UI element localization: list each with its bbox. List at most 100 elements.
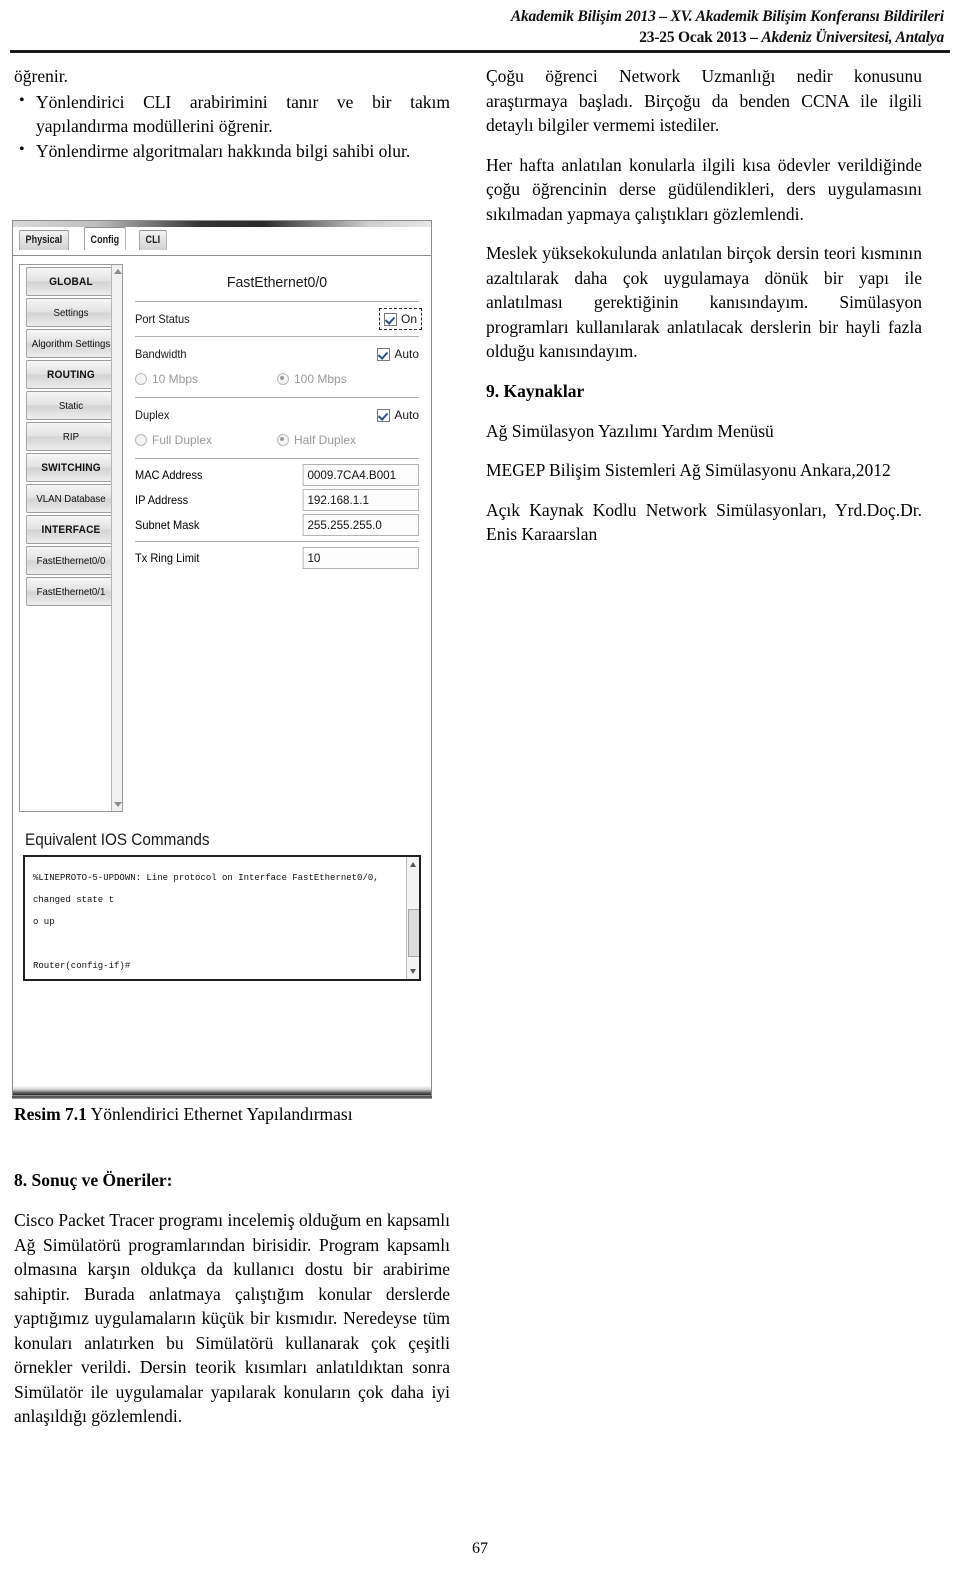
figure-caption-text: Yönlendirici Ethernet Yapılandırması bbox=[86, 1104, 353, 1124]
conference-venue: Akdeniz Üniversitesi, Antalya bbox=[761, 29, 944, 46]
ios-output-line: %LINEPROTO-5-UPDOWN: Line protocol on In… bbox=[33, 873, 379, 905]
conference-date: 23-25 Ocak 2013 – bbox=[639, 29, 762, 46]
conclusion-paragraph: Cisco Packet Tracer programı incelemiş o… bbox=[14, 1210, 450, 1426]
page-running-header: Akademik Bilişim 2013 – XV. Akademik Bil… bbox=[0, 0, 960, 48]
scrollbar-thumb[interactable] bbox=[408, 909, 419, 957]
left-column: öğrenir. Yönlendirici CLI arabirimini ta… bbox=[14, 64, 450, 163]
right-column: Çoğu öğrenci Network Uzmanlığı nedir kon… bbox=[486, 64, 922, 547]
sidebar-item-interface[interactable]: INTERFACE bbox=[25, 515, 117, 544]
packet-tracer-device-dialog: Physical Config CLI GLOBAL Settings Algo… bbox=[12, 220, 432, 1096]
duplex-option-full[interactable]: Full Duplex bbox=[135, 433, 277, 447]
scroll-up-arrow-icon[interactable] bbox=[114, 269, 122, 274]
bandwidth-auto-label: Auto bbox=[394, 347, 419, 361]
port-status-row: Port Status On bbox=[135, 307, 423, 331]
conference-title: Akademik Bilişim 2013 – XV. Akademik Bil… bbox=[510, 8, 944, 25]
duplex-option-half[interactable]: Half Duplex bbox=[277, 433, 419, 447]
subnet-mask-row: Subnet Mask 255.255.255.0 bbox=[135, 514, 419, 536]
bandwidth-option-100mbps[interactable]: 100 Mbps bbox=[277, 372, 419, 386]
sidebar-item-vlan-database[interactable]: VLAN Database bbox=[25, 484, 117, 513]
scroll-down-arrow-icon[interactable] bbox=[410, 969, 416, 974]
bandwidth-option-10mbps[interactable]: 10 Mbps bbox=[135, 372, 277, 386]
tx-ring-limit-input[interactable]: 10 bbox=[302, 547, 419, 569]
duplex-options: Full Duplex Half Duplex bbox=[135, 427, 419, 453]
mac-address-row: MAC Address 0009.7CA4.B001 bbox=[135, 464, 419, 486]
objective-bullet-list: Yönlendirici CLI arabirimini tanır ve bi… bbox=[14, 89, 450, 164]
duplex-auto-checkbox[interactable]: Auto bbox=[377, 408, 419, 422]
orphan-line: öğrenir. bbox=[14, 66, 68, 86]
bandwidth-option-label: 100 Mbps bbox=[294, 372, 347, 386]
reference-entry: MEGEP Bilişim Sistemleri Ağ Simülasyonu … bbox=[486, 460, 891, 480]
page-number: 67 bbox=[472, 1540, 488, 1557]
tab-physical[interactable]: Physical bbox=[19, 230, 69, 250]
paragraph: Çoğu öğrenci Network Uzmanlığı nedir kon… bbox=[486, 66, 922, 135]
ios-console-output[interactable]: %LINEPROTO-5-UPDOWN: Line protocol on In… bbox=[23, 855, 421, 981]
divider bbox=[135, 336, 419, 337]
sidebar-item-routing[interactable]: ROUTING bbox=[25, 360, 117, 389]
divider bbox=[135, 301, 419, 302]
sidebar-item-static[interactable]: Static bbox=[25, 391, 117, 420]
scroll-down-arrow-icon[interactable] bbox=[114, 802, 122, 807]
scroll-up-arrow-icon[interactable] bbox=[410, 862, 416, 867]
sidebar-item-fastethernet0-0[interactable]: FastEthernet0/0 bbox=[25, 546, 117, 575]
duplex-auto-label: Auto bbox=[394, 408, 419, 422]
mac-address-input[interactable]: 0009.7CA4.B001 bbox=[302, 464, 419, 486]
figure-number: Resim 7.1 bbox=[14, 1104, 87, 1124]
ip-address-input[interactable]: 192.168.1.1 bbox=[302, 489, 419, 511]
duplex-label: Duplex bbox=[135, 408, 170, 422]
sidebar-item-settings[interactable]: Settings bbox=[25, 298, 117, 327]
ip-address-row: IP Address 192.168.1.1 bbox=[135, 489, 419, 511]
conclusion-section: 8. Sonuç ve Öneriler: Cisco Packet Trace… bbox=[14, 1168, 450, 1429]
sidebar-item-fastethernet0-1[interactable]: FastEthernet0/1 bbox=[25, 577, 117, 606]
bandwidth-option-label: 10 Mbps bbox=[152, 372, 199, 386]
duplex-option-label: Full Duplex bbox=[152, 433, 213, 447]
bandwidth-label: Bandwidth bbox=[135, 347, 187, 361]
interface-title: FastEthernet0/0 bbox=[226, 274, 328, 291]
sidebar-item-algorithm-settings[interactable]: Algorithm Settings bbox=[25, 329, 117, 358]
bandwidth-auto-checkbox[interactable]: Auto bbox=[377, 347, 419, 361]
bandwidth-row: Bandwidth Auto bbox=[135, 342, 419, 366]
mac-address-label: MAC Address bbox=[135, 468, 203, 482]
list-item: Yönlendirici CLI arabirimini tanır ve bi… bbox=[19, 89, 450, 139]
sidebar-item-global[interactable]: GLOBAL bbox=[25, 267, 117, 296]
reference-entry: Açık Kaynak Kodlu Network Simülasyonları… bbox=[486, 499, 922, 545]
references-heading: 9. Kaynaklar bbox=[486, 380, 585, 401]
port-status-toggle-label: On bbox=[400, 312, 417, 326]
figure-caption: Resim 7.1 Yönlendirici Ethernet Yapıland… bbox=[14, 1102, 464, 1126]
tab-bar: Physical Config CLI bbox=[13, 227, 431, 256]
sidebar-item-rip[interactable]: RIP bbox=[25, 422, 117, 451]
checkbox-check-icon bbox=[377, 408, 391, 422]
ios-output-line: o up bbox=[33, 917, 55, 927]
tx-ring-limit-label: Tx Ring Limit bbox=[135, 551, 200, 565]
dialog-bottom-edge bbox=[13, 1086, 431, 1095]
reference-entry: Ağ Simülasyon Yazılımı Yardım Menüsü bbox=[486, 420, 774, 441]
sidebar-item-switching[interactable]: SWITCHING bbox=[25, 453, 117, 482]
subnet-mask-input[interactable]: 255.255.255.0 bbox=[302, 514, 419, 536]
paragraph: Her hafta anlatılan konularla ilgili kıs… bbox=[486, 154, 922, 224]
checkbox-check-icon bbox=[377, 347, 391, 361]
bandwidth-options: 10 Mbps 100 Mbps bbox=[135, 366, 419, 392]
ios-scrollbar[interactable] bbox=[406, 857, 419, 979]
nav-scrollbar[interactable] bbox=[111, 265, 122, 811]
port-status-label: Port Status bbox=[135, 312, 190, 326]
radio-selected-icon bbox=[277, 434, 289, 446]
checkbox-check-icon bbox=[383, 312, 397, 326]
radio-icon bbox=[135, 373, 147, 385]
equivalent-ios-section: Equivalent IOS Commands %LINEPROTO-5-UPD… bbox=[13, 830, 431, 981]
header-rule bbox=[10, 50, 950, 53]
interface-form: FastEthernet0/0 Port Status On Bandwidth… bbox=[123, 264, 425, 812]
port-status-checkbox[interactable]: On bbox=[378, 308, 423, 330]
config-panel: GLOBAL Settings Algorithm Settings ROUTI… bbox=[13, 256, 431, 816]
tab-cli[interactable]: CLI bbox=[139, 230, 168, 250]
radio-selected-icon bbox=[277, 373, 289, 385]
divider bbox=[135, 458, 419, 459]
divider bbox=[135, 541, 419, 542]
ios-blank-line bbox=[33, 933, 397, 955]
subnet-mask-label: Subnet Mask bbox=[135, 518, 200, 532]
duplex-row: Duplex Auto bbox=[135, 403, 419, 427]
list-item: Yönlendirme algoritmaları hakkında bilgi… bbox=[19, 138, 450, 164]
paragraph: Meslek yüksekokulunda anlatılan birçok d… bbox=[486, 243, 922, 361]
radio-icon bbox=[135, 434, 147, 446]
tab-config[interactable]: Config bbox=[84, 227, 126, 250]
tx-ring-limit-row: Tx Ring Limit 10 bbox=[135, 547, 419, 569]
conference-date-venue: 23-25 Ocak 2013 – Akdeniz Üniversitesi, … bbox=[0, 27, 960, 48]
